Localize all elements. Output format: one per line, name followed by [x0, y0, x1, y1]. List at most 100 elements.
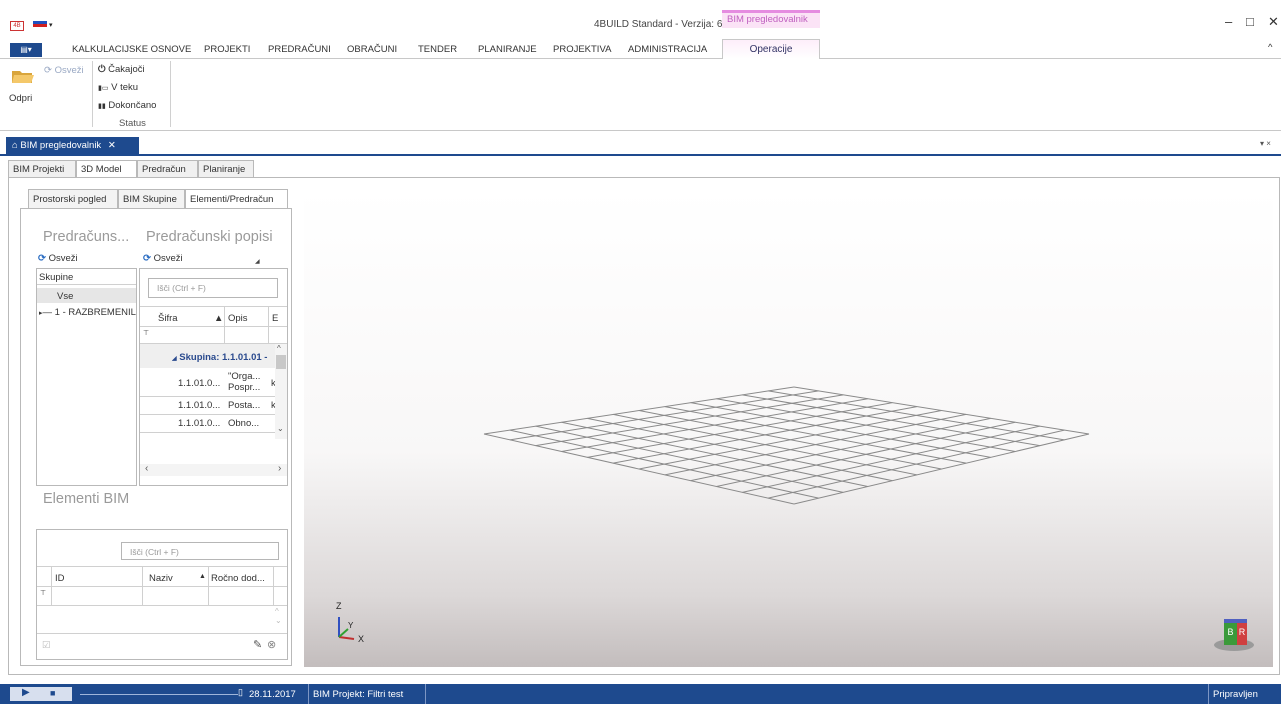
row-1-desc[interactable]: "Orga... Pospr...: [228, 371, 268, 393]
checkbox-icon[interactable]: ☑: [42, 640, 51, 651]
col-rocno[interactable]: Ročno dod...: [211, 573, 265, 584]
flag-icon[interactable]: [32, 18, 47, 27]
filter-icon[interactable]: ⊤: [40, 589, 46, 597]
predracuns-refresh-button[interactable]: ⟳ Osveži: [38, 253, 78, 264]
file-menu-button[interactable]: ▤▾: [10, 43, 42, 57]
tree-header: Skupine: [39, 272, 74, 283]
refresh-button[interactable]: ⟳ Osveži: [44, 65, 84, 76]
col-e[interactable]: E: [272, 313, 278, 324]
popisi-search-input[interactable]: Išči (Ctrl + F): [148, 278, 278, 298]
vertical-scrollbar[interactable]: ^ ⌄: [275, 344, 287, 439]
tab-3d-model[interactable]: 3D Model: [76, 160, 137, 178]
playback-controls[interactable]: ▶ ■: [10, 687, 72, 701]
tab-tender[interactable]: TENDER: [418, 44, 457, 55]
tab-elementi-predracun[interactable]: Elementi/Predračun: [185, 189, 288, 209]
tab-obracuni[interactable]: OBRAČUNI: [347, 44, 397, 55]
tab-bim-pregledovalnik[interactable]: ⌂ BIM pregledovalnik ✕: [6, 137, 139, 156]
col-sifra[interactable]: Šifra: [158, 313, 178, 324]
tab-kalkulacijske-osnove[interactable]: KALKULACIJSKE OSNOVE: [72, 44, 191, 55]
close-button[interactable]: ✕: [1268, 14, 1279, 30]
group-label: Skupina: 1.1.01.01 -: [179, 352, 268, 363]
close-tab-icon[interactable]: ✕: [108, 140, 116, 151]
row-1-code[interactable]: 1.1.01.0...: [178, 378, 220, 389]
col-opis[interactable]: Opis: [228, 313, 248, 324]
popisi-refresh-button[interactable]: ⟳ Osveži: [143, 253, 183, 264]
elementi-title: Elementi BIM: [43, 491, 130, 507]
finished-button[interactable]: ▮▮ Dokončano: [98, 100, 156, 111]
refresh-icon: ⟳: [44, 65, 52, 76]
3d-viewport[interactable]: Z Y X B R: [304, 189, 1273, 667]
tab-prostorski-pogled[interactable]: Prostorski pogled: [28, 189, 118, 209]
row-3-code[interactable]: 1.1.01.0...: [178, 418, 220, 429]
expand-icon[interactable]: ▸: [39, 310, 43, 317]
in-progress-button[interactable]: ▮▭ V teku: [98, 82, 138, 93]
quick-access-toolbar[interactable]: 4B ▾: [10, 18, 53, 31]
axis-indicator: Z Y X: [334, 599, 374, 644]
refresh-label: Osveži: [54, 65, 84, 76]
collapse-icon[interactable]: ◢: [172, 356, 177, 362]
ribbon: Odpri ⟳ Osveži ⏻ Čakajoči ▮▭ V teku ▮▮ D…: [0, 59, 1281, 131]
tab-operacije[interactable]: Operacije: [722, 39, 820, 60]
tab-projektiva[interactable]: PROJEKTIVA: [553, 44, 611, 55]
refresh-label: Osveži: [153, 253, 183, 264]
tree-item-vse[interactable]: Vse: [57, 291, 73, 302]
filter-icon[interactable]: ⊤: [143, 329, 149, 337]
progress-icon: ▮▭: [98, 85, 109, 92]
folder-icon[interactable]: [11, 67, 35, 85]
ribbon-tabs: ▤▾ KALKULACIJSKE OSNOVE PROJEKTI PREDRAČ…: [0, 39, 1281, 60]
group-row[interactable]: ◢ Skupina: 1.1.01.01 -: [172, 352, 275, 363]
pane-menu-icon[interactable]: ▾ ×: [1260, 139, 1271, 148]
open-button[interactable]: Odpri: [9, 93, 32, 104]
timeline-handle-icon[interactable]: ▯: [238, 687, 243, 698]
timeline-slider[interactable]: [80, 694, 238, 695]
doc-tab-label: BIM pregledovalnik: [20, 140, 102, 151]
tab-planiranje[interactable]: PLANIRANJE: [478, 44, 537, 55]
resize-grip-icon[interactable]: ◢: [255, 258, 260, 265]
refresh-icon: ⟳: [143, 253, 151, 264]
horizontal-scrollbar[interactable]: ‹ ›: [140, 463, 287, 476]
view-cube[interactable]: B R: [1212, 617, 1256, 653]
tab-predracuni[interactable]: PREDRAČUNI: [268, 44, 331, 55]
collapse-ribbon-icon[interactable]: ^: [1268, 42, 1272, 53]
power-icon: ⏻: [98, 64, 106, 75]
col-naziv[interactable]: Naziv: [149, 573, 173, 584]
delete-icon[interactable]: ⊗: [267, 638, 276, 651]
elementi-search-input[interactable]: Išči (Ctrl + F): [121, 542, 279, 560]
finished-label: Dokončano: [108, 100, 157, 111]
waiting-label: Čakajoči: [108, 64, 145, 75]
row-2-code[interactable]: 1.1.01.0...: [178, 400, 220, 411]
tab-planiranje-sub[interactable]: Planiranje: [198, 160, 254, 178]
minimize-button[interactable]: –: [1225, 14, 1232, 29]
tab-bim-projekti[interactable]: BIM Projekti: [8, 160, 76, 178]
tree-item-razbremenili[interactable]: ▸— 1 - RAZBREMENILI: [39, 307, 136, 318]
sort-asc-icon: ▲: [199, 573, 206, 580]
sort-asc-icon: ▲: [214, 313, 224, 324]
window-title: 4BUILD Standard - Verzija: 6.148: [594, 19, 742, 30]
left-panel-content: Predračuns... Predračunski popisi ⟳ Osve…: [20, 208, 292, 666]
play-icon[interactable]: ▶: [22, 687, 30, 698]
done-icon: ▮▮: [98, 103, 106, 110]
popisi-grid: Išči (Ctrl + F) Šifra ▲ Opis E ⊤ ◢ Skupi…: [139, 268, 288, 486]
edit-icon[interactable]: ✎: [253, 638, 262, 651]
cube-face-r[interactable]: R: [1237, 623, 1247, 645]
cube-face-b[interactable]: B: [1224, 623, 1237, 645]
chevron-down-icon[interactable]: ▾: [49, 22, 53, 29]
tab-projekti[interactable]: PROJEKTI: [204, 44, 250, 55]
col-id[interactable]: ID: [55, 573, 65, 584]
title-bar: 4B ▾ 4BUILD Standard - Verzija: 6.148 BI…: [0, 0, 1281, 38]
row-2-desc[interactable]: Posta...: [228, 400, 260, 411]
app-logo-icon: 4B: [10, 21, 24, 31]
grid-line: [793, 386, 1090, 435]
tab-predracun[interactable]: Predračun: [137, 160, 198, 178]
refresh-icon: ⟳: [38, 253, 46, 264]
vertical-scrollbar[interactable]: ^ ⌄: [275, 607, 287, 633]
maximize-button[interactable]: □: [1246, 14, 1254, 29]
tree-item-label: 1 - RAZBREMENILI: [54, 307, 136, 318]
tab-administracija[interactable]: ADMINISTRACIJA: [628, 44, 707, 55]
tab-bim-skupine[interactable]: BIM Skupine: [118, 189, 185, 209]
row-3-desc[interactable]: Obno...: [228, 418, 259, 429]
elementi-grid: Išči (Ctrl + F) ID Naziv ▲ Ročno dod... …: [36, 529, 288, 660]
waiting-button[interactable]: ⏻ Čakajoči: [98, 64, 145, 75]
status-bar: ▶ ■ ▯ 28.11.2017 BIM Projekt: Filtri tes…: [0, 684, 1281, 704]
stop-icon[interactable]: ■: [50, 688, 55, 698]
